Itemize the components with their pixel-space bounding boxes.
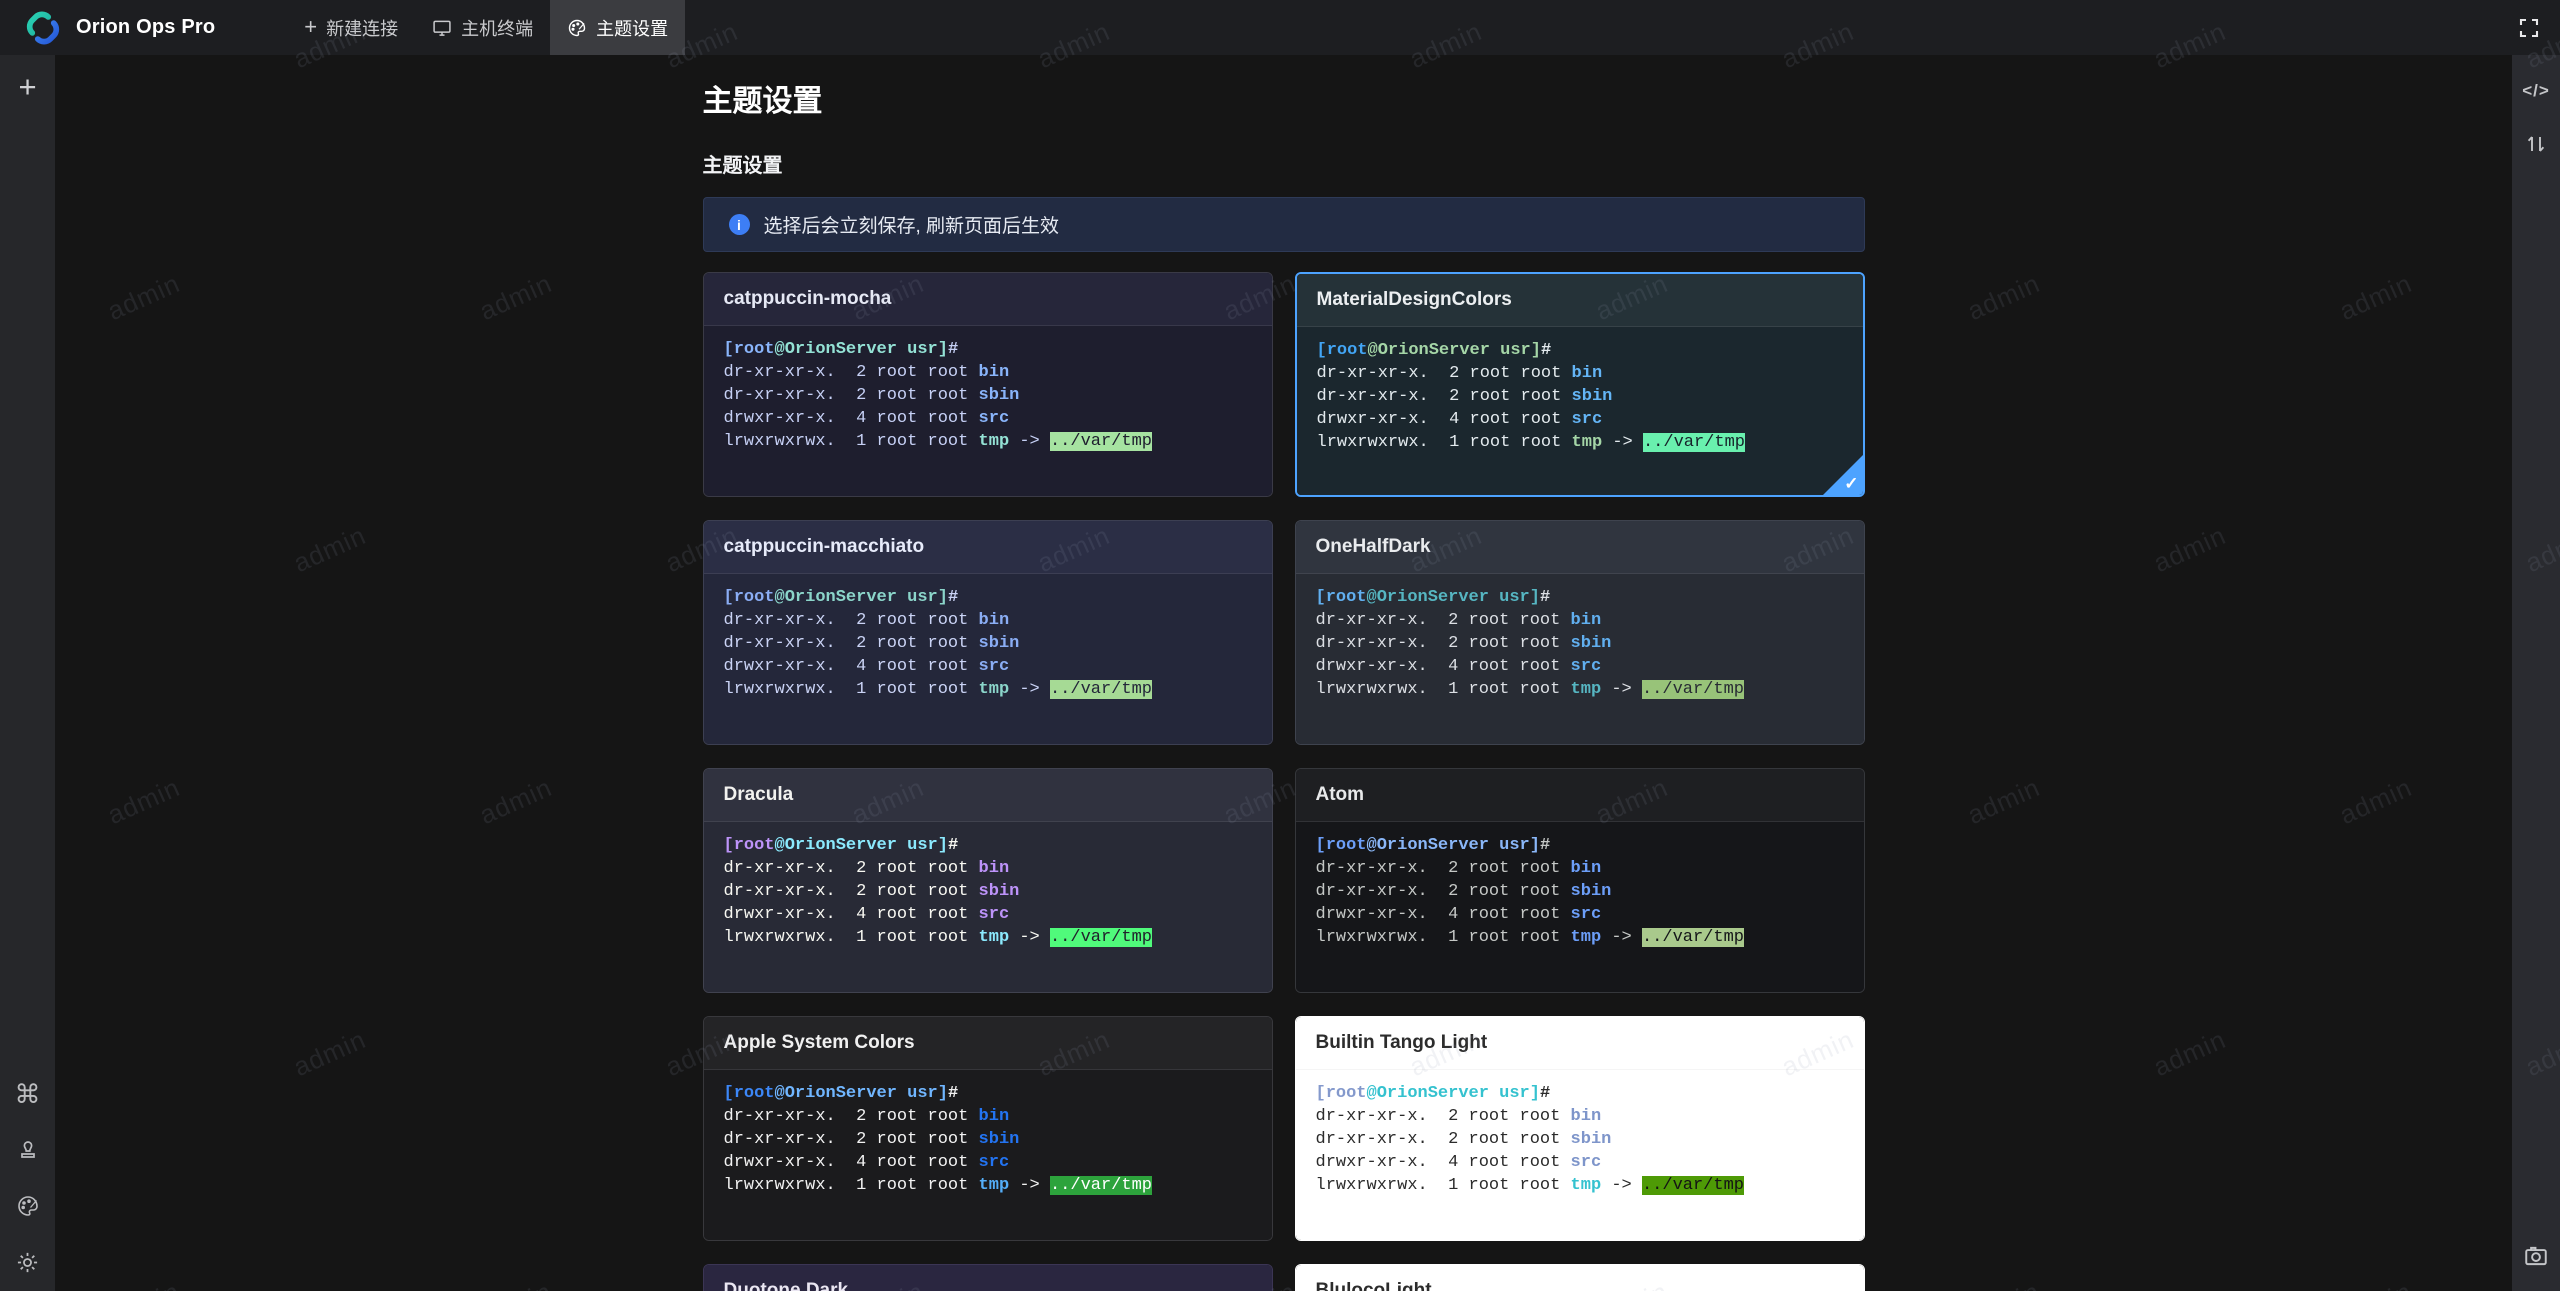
tab-new-connection[interactable]: + 新建连接: [287, 0, 415, 55]
brand: Orion Ops Pro: [0, 7, 215, 49]
sort-swap-icon[interactable]: [2523, 131, 2549, 157]
terminal-line: dr-xr-xr-x. 2 root root sbin: [1316, 880, 1844, 903]
theme-card-blulocolight[interactable]: BlulocoLight[root@OrionServer usr]#dr-xr…: [1295, 1264, 1865, 1291]
terminal-preview: [root@OrionServer usr]#dr-xr-xr-x. 2 roo…: [704, 574, 1272, 744]
terminal-line: lrwxrwxrwx. 1 root root tmp -> ../var/tm…: [724, 926, 1252, 949]
theme-card-title: Duotone Dark: [704, 1265, 1272, 1291]
code-snippets-icon[interactable]: </>: [2522, 81, 2550, 101]
theme-card-title: Apple System Colors: [704, 1017, 1272, 1070]
terminal-line: drwxr-xr-x. 4 root root src: [724, 407, 1252, 430]
terminal-preview: [root@OrionServer usr]#dr-xr-xr-x. 2 roo…: [1296, 1070, 1864, 1240]
theme-card-title: catppuccin-mocha: [704, 273, 1272, 326]
fullscreen-icon[interactable]: [2516, 15, 2542, 41]
terminal-preview: [root@OrionServer usr]#dr-xr-xr-x. 2 roo…: [704, 822, 1272, 992]
theme-card-title: OneHalfDark: [1296, 521, 1864, 574]
terminal-line: [root@OrionServer usr]#: [724, 834, 1252, 857]
info-icon: i: [729, 214, 750, 235]
theme-card-catppuccin-macchiato[interactable]: catppuccin-macchiato[root@OrionServer us…: [703, 520, 1273, 745]
theme-card-builtin-tango-light[interactable]: Builtin Tango Light[root@OrionServer usr…: [1295, 1016, 1865, 1241]
tab-theme-settings[interactable]: 主题设置: [550, 0, 685, 55]
terminal-line: [root@OrionServer usr]#: [1316, 586, 1844, 609]
terminal-line: dr-xr-xr-x. 2 root root sbin: [724, 632, 1252, 655]
terminal-line: dr-xr-xr-x. 2 root root sbin: [724, 384, 1252, 407]
top-tabs: + 新建连接 主机终端 主题设置: [287, 0, 685, 55]
terminal-line: [root@OrionServer usr]#: [1317, 339, 1843, 362]
terminal-preview: [root@OrionServer usr]#dr-xr-xr-x. 2 roo…: [704, 326, 1272, 496]
terminal-line: drwxr-xr-x. 4 root root src: [724, 1151, 1252, 1174]
terminal-line: [root@OrionServer usr]#: [1316, 1082, 1844, 1105]
terminal-line: dr-xr-xr-x. 2 root root sbin: [1316, 632, 1844, 655]
theme-grid: catppuccin-mocha[root@OrionServer usr]#d…: [703, 272, 1865, 1291]
brand-title: Orion Ops Pro: [76, 16, 215, 39]
page-title: 主题设置: [703, 85, 1865, 119]
terminal-line: [root@OrionServer usr]#: [724, 1082, 1252, 1105]
terminal-line: drwxr-xr-x. 4 root root src: [1316, 903, 1844, 926]
terminal-line: [root@OrionServer usr]#: [724, 586, 1252, 609]
theme-card-atom[interactable]: Atom[root@OrionServer usr]#dr-xr-xr-x. 2…: [1295, 768, 1865, 993]
terminal-line: [root@OrionServer usr]#: [1316, 834, 1844, 857]
right-sidebar: </>: [2512, 55, 2560, 1291]
settings-gear-icon[interactable]: [15, 1249, 41, 1275]
terminal-line: dr-xr-xr-x. 2 root root bin: [1317, 362, 1843, 385]
terminal-line: lrwxrwxrwx. 1 root root tmp -> ../var/tm…: [1316, 678, 1844, 701]
terminal-line: drwxr-xr-x. 4 root root src: [724, 655, 1252, 678]
theme-card-onehalfdark[interactable]: OneHalfDark[root@OrionServer usr]#dr-xr-…: [1295, 520, 1865, 745]
terminal-line: dr-xr-xr-x. 2 root root bin: [1316, 609, 1844, 632]
stamp-icon[interactable]: [15, 1137, 41, 1163]
terminal-line: dr-xr-xr-x. 2 root root sbin: [724, 880, 1252, 903]
terminal-preview: [root@OrionServer usr]#dr-xr-xr-x. 2 roo…: [704, 1070, 1272, 1240]
info-alert-text: 选择后会立刻保存, 刷新页面后生效: [764, 211, 1060, 238]
command-icon[interactable]: ⌘: [15, 1081, 41, 1107]
main-content: 主题设置 主题设置 i 选择后会立刻保存, 刷新页面后生效 catppuccin…: [55, 55, 2512, 1291]
terminal-preview: [root@OrionServer usr]#dr-xr-xr-x. 2 roo…: [1297, 327, 1863, 495]
theme-card-duotone-dark[interactable]: Duotone Dark[root@OrionServer usr]#dr-xr…: [703, 1264, 1273, 1291]
terminal-line: dr-xr-xr-x. 2 root root bin: [1316, 1105, 1844, 1128]
top-bar: Orion Ops Pro + 新建连接 主机终端: [0, 0, 2560, 55]
terminal-line: lrwxrwxrwx. 1 root root tmp -> ../var/tm…: [1316, 1174, 1844, 1197]
theme-card-title: catppuccin-macchiato: [704, 521, 1272, 574]
terminal-line: dr-xr-xr-x. 2 root root sbin: [1316, 1128, 1844, 1151]
terminal-line: dr-xr-xr-x. 2 root root sbin: [1317, 385, 1843, 408]
terminal-line: lrwxrwxrwx. 1 root root tmp -> ../var/tm…: [724, 678, 1252, 701]
terminal-line: dr-xr-xr-x. 2 root root sbin: [724, 1128, 1252, 1151]
terminal-line: drwxr-xr-x. 4 root root src: [724, 903, 1252, 926]
app-logo-icon: [22, 7, 64, 49]
theme-card-materialdesigncolors[interactable]: MaterialDesignColors[root@OrionServer us…: [1295, 272, 1865, 497]
theme-card-title: Builtin Tango Light: [1296, 1017, 1864, 1070]
left-sidebar: + ⌘: [0, 55, 55, 1291]
theme-card-title: MaterialDesignColors: [1297, 274, 1863, 327]
theme-card-title: Dracula: [704, 769, 1272, 822]
theme-card-dracula[interactable]: Dracula[root@OrionServer usr]#dr-xr-xr-x…: [703, 768, 1273, 993]
terminal-line: dr-xr-xr-x. 2 root root bin: [724, 361, 1252, 384]
terminal-line: drwxr-xr-x. 4 root root src: [1316, 1151, 1844, 1174]
terminal-line: lrwxrwxrwx. 1 root root tmp -> ../var/tm…: [1317, 431, 1843, 454]
terminal-line: dr-xr-xr-x. 2 root root bin: [724, 609, 1252, 632]
terminal-line: drwxr-xr-x. 4 root root src: [1317, 408, 1843, 431]
terminal-line: dr-xr-xr-x. 2 root root bin: [724, 1105, 1252, 1128]
theme-card-title: Atom: [1296, 769, 1864, 822]
screenshot-camera-icon[interactable]: [2523, 1243, 2549, 1269]
info-alert: i 选择后会立刻保存, 刷新页面后生效: [703, 197, 1865, 252]
palette-icon: [567, 18, 587, 38]
terminal-line: dr-xr-xr-x. 2 root root bin: [1316, 857, 1844, 880]
terminal-line: lrwxrwxrwx. 1 root root tmp -> ../var/tm…: [724, 430, 1252, 453]
add-connection-icon[interactable]: +: [18, 69, 36, 105]
theme-card-catppuccin-mocha[interactable]: catppuccin-mocha[root@OrionServer usr]#d…: [703, 272, 1273, 497]
terminal-line: drwxr-xr-x. 4 root root src: [1316, 655, 1844, 678]
theme-card-title: BlulocoLight: [1296, 1265, 1864, 1291]
terminal-preview: [root@OrionServer usr]#dr-xr-xr-x. 2 roo…: [1296, 822, 1864, 992]
terminal-line: [root@OrionServer usr]#: [724, 338, 1252, 361]
terminal-line: lrwxrwxrwx. 1 root root tmp -> ../var/tm…: [1316, 926, 1844, 949]
theme-palette-icon[interactable]: [15, 1193, 41, 1219]
terminal-line: lrwxrwxrwx. 1 root root tmp -> ../var/tm…: [724, 1174, 1252, 1197]
terminal-preview: [root@OrionServer usr]#dr-xr-xr-x. 2 roo…: [1296, 574, 1864, 744]
section-title: 主题设置: [703, 155, 1865, 177]
tab-host-terminal[interactable]: 主机终端: [415, 0, 550, 55]
theme-card-apple-system-colors[interactable]: Apple System Colors[root@OrionServer usr…: [703, 1016, 1273, 1241]
selected-check-icon: ✓: [1844, 474, 1858, 494]
terminal-monitor-icon: [432, 18, 452, 38]
plus-icon: +: [304, 16, 317, 38]
terminal-line: dr-xr-xr-x. 2 root root bin: [724, 857, 1252, 880]
